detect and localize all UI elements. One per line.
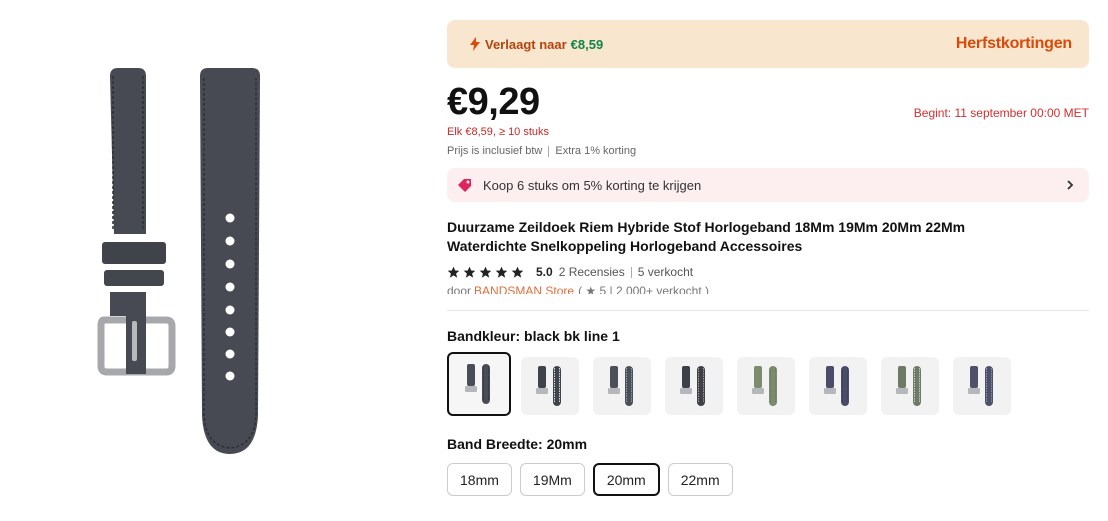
tax-info: Prijs is inclusief btw Extra 1% korting [447, 145, 636, 157]
color-swatch[interactable] [809, 356, 867, 415]
color-swatch[interactable] [953, 356, 1011, 415]
strap-thumbnail-icon [824, 365, 849, 406]
star-icon [479, 266, 492, 278]
band-width-options: 18mm 19Mm 20mm 22mm [447, 463, 741, 496]
band-width-label: Band Breedte: 20mm [447, 436, 588, 452]
promo-reduced-label: Verlaagt naar [485, 36, 567, 52]
product-meta: 5.0 2 Recensies 5 verkocht door BANDSMAN… [447, 262, 1089, 294]
color-swatch[interactable] [665, 356, 723, 415]
star-icon [495, 266, 508, 278]
band-color-label: Bandkleur: black bk line 1 [447, 328, 620, 344]
sale-start-date: Begint: 11 september 00:00 MET [913, 106, 1089, 120]
strap-thumbnail-icon [896, 365, 921, 406]
strap-thumbnail-icon [465, 364, 490, 404]
meta-separator [630, 266, 632, 278]
color-swatch[interactable] [737, 356, 795, 415]
campaign-name: Herfstkortingen [955, 35, 1072, 52]
color-swatch[interactable] [521, 356, 579, 415]
promo-reduced-price: Verlaagt naar €8,59 [469, 37, 603, 52]
seller-name[interactable]: BANDSMAN Store [474, 284, 574, 294]
strap-thumbnail-icon [608, 365, 633, 406]
star-icon [447, 266, 460, 278]
seller-row: door BANDSMAN Store ( ★ 5 | 2.000+ verko… [447, 284, 1089, 294]
bulk-price: Elk €8,59, ≥ 10 stuks [447, 126, 550, 138]
extra-discount: Extra 1% korting [555, 145, 637, 157]
star-rating [447, 266, 527, 279]
sold-count: 5 verkocht [637, 265, 694, 279]
tax-separator [548, 145, 550, 157]
size-option-button[interactable]: 18mm [447, 463, 512, 496]
bundle-discount-bar[interactable]: Koop 6 stuks om 5% korting te krijgen [447, 168, 1089, 202]
star-icon [511, 266, 524, 278]
lightning-icon [469, 37, 481, 51]
tax-note: Prijs is inclusief btw [447, 145, 543, 157]
strap-thumbnail-icon [680, 365, 705, 406]
star-icon [463, 266, 476, 278]
size-option-button[interactable]: 20mm [592, 463, 660, 496]
product-title: Duurzame Zeildoek Riem Hybride Stof Horl… [447, 219, 966, 254]
watch-strap-image [97, 68, 260, 454]
bundle-discount-text: Koop 6 stuks om 5% korting te krijgen [483, 177, 702, 193]
strap-thumbnail-icon [536, 365, 561, 406]
product-image[interactable] [96, 66, 286, 466]
rating-score: 5.0 [536, 265, 553, 279]
strap-thumbnail-icon [968, 365, 993, 406]
product-price: €9,29 [447, 81, 540, 123]
chevron-right-icon [1065, 179, 1075, 191]
size-option-button[interactable]: 22mm [667, 463, 733, 496]
rating-row: 5.0 2 Recensies 5 verkocht [447, 262, 1089, 282]
seller-prefix: door [447, 284, 472, 294]
color-swatch[interactable] [447, 352, 511, 416]
promo-banner: Verlaagt naar €8,59 Herfstkortingen [447, 20, 1089, 68]
seller-stats: ( ★ 5 | 2.000+ verkocht ) [578, 284, 709, 294]
tag-icon [457, 177, 473, 193]
review-count[interactable]: 2 Recensies [559, 265, 625, 279]
color-swatch[interactable] [593, 356, 651, 415]
promo-reduced-value: €8,59 [570, 36, 604, 52]
color-swatch[interactable] [881, 356, 939, 415]
section-divider [447, 310, 1089, 311]
size-option-button[interactable]: 19Mm [519, 463, 585, 496]
band-color-options [447, 352, 1025, 416]
strap-thumbnail-icon [752, 365, 777, 406]
